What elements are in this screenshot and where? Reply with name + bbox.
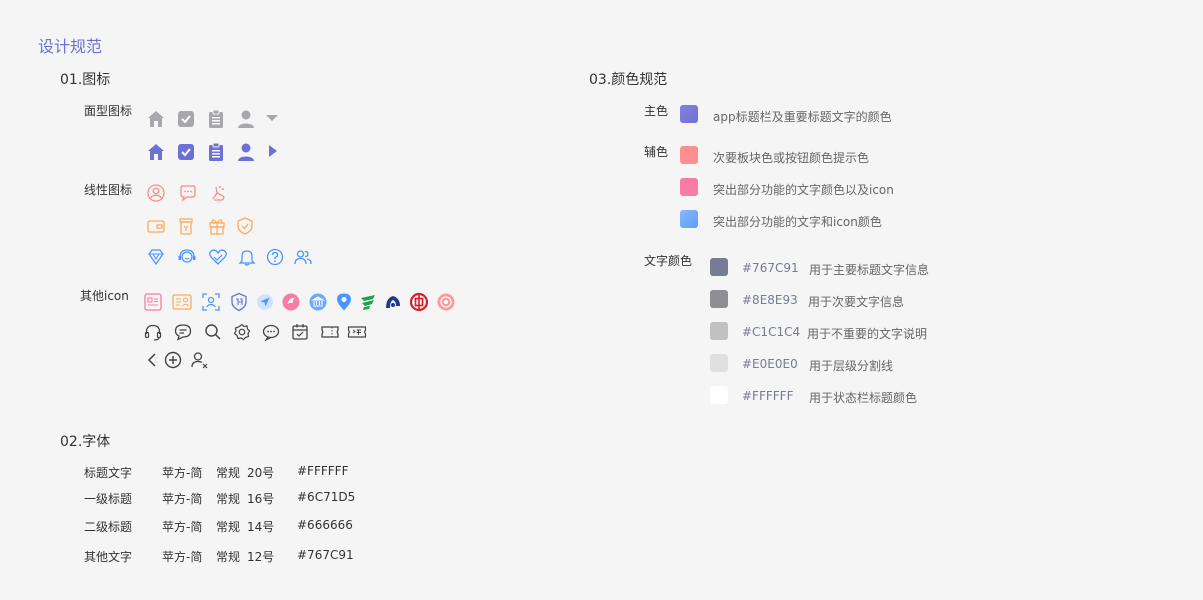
text-color-hex: #8E8E93: [742, 293, 798, 307]
badge-icon[interactable]: [436, 292, 456, 312]
icbc-logo-icon[interactable]: [409, 292, 429, 312]
checkbox-active-icon[interactable]: [176, 142, 196, 162]
bank-logo-icon[interactable]: [383, 292, 403, 312]
heart-hand-icon[interactable]: [208, 247, 228, 267]
text-color-swatch: [710, 290, 728, 308]
ticket-icon[interactable]: [320, 322, 340, 342]
help-icon[interactable]: [265, 247, 285, 267]
font-row-color: #666666: [297, 518, 353, 532]
text-color-desc: 用于主要标题文字信息: [809, 263, 930, 277]
font-row-weight: 常规: [216, 492, 241, 506]
bank-icon[interactable]: [308, 292, 328, 312]
shield-badge-icon[interactable]: [229, 292, 249, 312]
text-color-label: 文字颜色: [644, 254, 693, 268]
profile-card-icon[interactable]: [172, 292, 192, 312]
clipboard-icon[interactable]: [206, 109, 226, 129]
text-color-hex: #FFFFFF: [742, 389, 794, 403]
text-color-desc: 用于状态栏标题颜色: [809, 391, 918, 405]
message-icon[interactable]: [173, 322, 193, 342]
chevron-left-icon[interactable]: [143, 350, 163, 370]
chat-bubble-icon[interactable]: [178, 183, 198, 203]
checkbox-icon[interactable]: [176, 109, 196, 129]
face-scan-icon[interactable]: [201, 292, 221, 312]
user-circle-icon[interactable]: [146, 183, 166, 203]
font-row-family: 苹方-简: [162, 492, 203, 506]
font-row-weight: 常规: [216, 520, 241, 534]
user-remove-icon[interactable]: [190, 350, 210, 370]
triangle-down-icon[interactable]: [263, 109, 283, 129]
secondary-desc: 突出部分功能的文字颜色以及icon: [713, 183, 894, 197]
home-icon[interactable]: [146, 109, 166, 129]
id-card-icon[interactable]: [143, 292, 163, 312]
font-row-color: #FFFFFF: [297, 464, 349, 478]
font-row-name: 其他文字: [84, 550, 133, 564]
home-active-icon[interactable]: [146, 142, 166, 162]
text-color-hex: #E0E0E0: [742, 357, 798, 371]
user-icon[interactable]: [236, 109, 256, 129]
font-section-title: 02.字体: [60, 434, 111, 450]
add-circle-icon[interactable]: [163, 350, 183, 370]
post-logo-icon[interactable]: [358, 292, 378, 312]
text-color-swatch: [710, 322, 728, 340]
blue-swatch: [680, 210, 698, 228]
font-row-size: 14号: [247, 520, 275, 534]
text-color-swatch: [710, 354, 728, 372]
jar-icon[interactable]: [176, 216, 196, 236]
wallet-icon[interactable]: [146, 216, 166, 236]
primary-swatch: [680, 105, 698, 123]
text-color-desc: 用于次要文字信息: [808, 295, 905, 309]
text-color-swatch: [710, 386, 728, 404]
diamond-icon[interactable]: [146, 247, 166, 267]
bird-icon[interactable]: [281, 292, 301, 312]
headset-icon[interactable]: [143, 322, 163, 342]
clipboard-active-icon[interactable]: [206, 142, 226, 162]
primary-desc: app标题栏及重要标题文字的颜色: [713, 110, 892, 124]
text-color-hex: #C1C1C4: [742, 325, 801, 339]
text-color-swatch: [710, 258, 728, 276]
font-row-size: 12号: [247, 550, 275, 564]
font-row-family: 苹方-简: [162, 466, 203, 480]
color-section-title: 03.颜色规范: [589, 72, 668, 88]
font-row-size: 20号: [247, 466, 275, 480]
other-icons-label: 其他icon: [80, 289, 129, 303]
text-color-hex: #767C91: [742, 261, 799, 275]
pink-swatch: [680, 178, 698, 196]
font-row-weight: 常规: [216, 466, 241, 480]
solid-icons-label: 面型图标: [84, 104, 133, 118]
gear-icon[interactable]: [232, 322, 252, 342]
coupon-icon[interactable]: [347, 322, 367, 342]
users-icon[interactable]: [293, 247, 313, 267]
triangle-right-icon[interactable]: [265, 142, 285, 162]
font-row-name: 二级标题: [84, 520, 133, 534]
font-row-size: 16号: [247, 492, 275, 506]
location-pin-icon[interactable]: [334, 292, 354, 312]
service-icon[interactable]: [177, 247, 197, 267]
line-icons-label: 线性图标: [84, 183, 133, 197]
footprint-icon[interactable]: [208, 183, 228, 203]
icons-section-title: 01.图标: [60, 72, 111, 88]
font-row-family: 苹方-简: [162, 520, 203, 534]
navigation-icon[interactable]: [255, 292, 275, 312]
coral-swatch: [680, 146, 698, 164]
calendar-check-icon[interactable]: [290, 322, 310, 342]
font-row-name: 一级标题: [84, 492, 133, 506]
font-row-family: 苹方-简: [162, 550, 203, 564]
search-icon[interactable]: [203, 322, 223, 342]
text-color-desc: 用于层级分割线: [809, 359, 894, 373]
text-color-desc: 用于不重要的文字说明: [807, 327, 928, 341]
font-row-name: 标题文字: [84, 466, 133, 480]
font-row-weight: 常规: [216, 550, 241, 564]
shield-check-icon[interactable]: [235, 216, 255, 236]
font-row-color: #6C71D5: [297, 490, 356, 504]
secondary-color-label: 辅色: [644, 145, 669, 159]
bell-icon[interactable]: [237, 247, 257, 267]
font-row-color: #767C91: [297, 548, 354, 562]
gift-icon[interactable]: [207, 216, 227, 236]
primary-color-label: 主色: [644, 104, 669, 118]
page-title: 设计规范: [38, 37, 103, 56]
user-active-icon[interactable]: [236, 142, 256, 162]
secondary-desc: 次要板块色或按钮颜色提示色: [713, 151, 870, 165]
speech-dots-icon[interactable]: [261, 322, 281, 342]
secondary-desc: 突出部分功能的文字和icon颜色: [713, 215, 882, 229]
